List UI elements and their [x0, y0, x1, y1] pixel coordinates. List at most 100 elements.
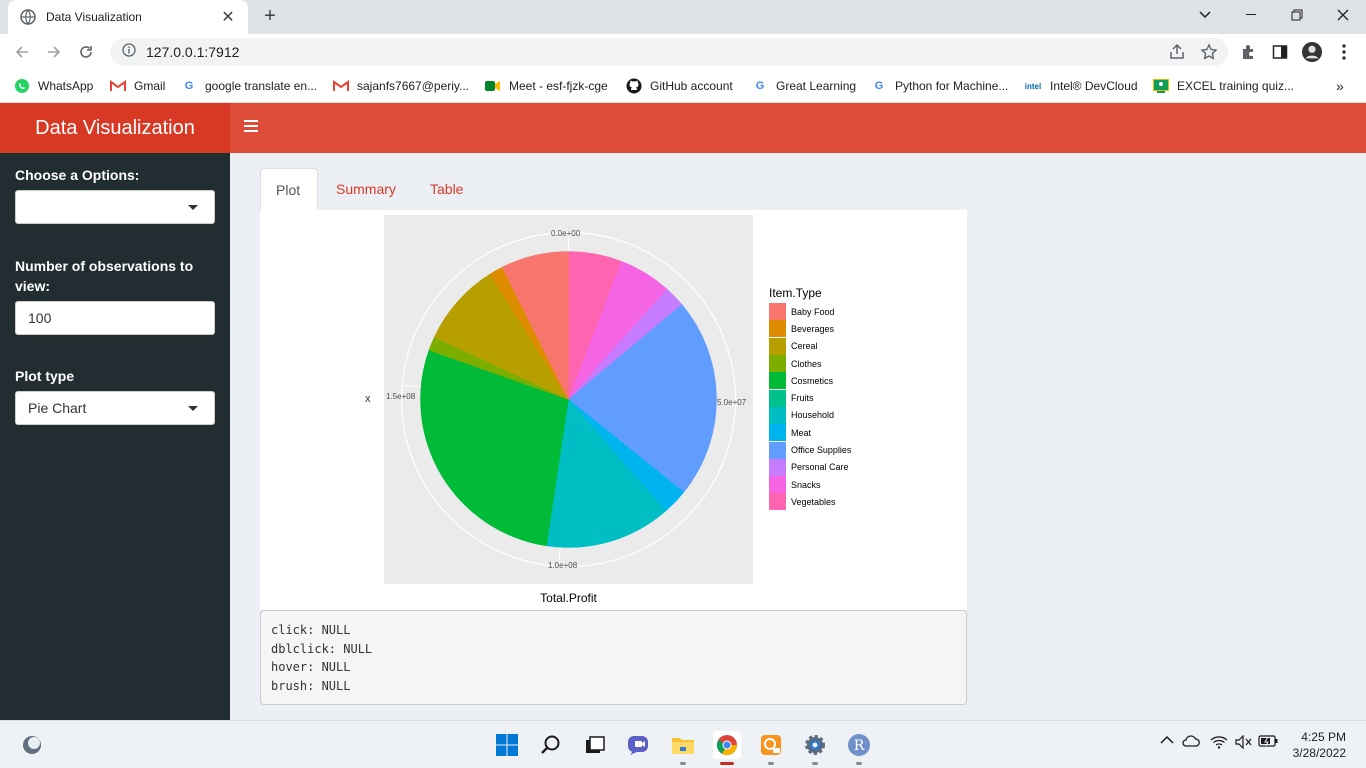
legend-item: Fruits	[769, 389, 851, 407]
bookmark-star-icon[interactable]	[1200, 43, 1218, 66]
forward-button[interactable]	[42, 40, 66, 64]
bookmark-intel-devcloud[interactable]: intel Intel® DevCloud	[1024, 76, 1138, 96]
bookmark-meet[interactable]: Meet - esf-fjzk-cge	[485, 76, 608, 96]
task-view-icon[interactable]	[581, 731, 609, 759]
bookmark-great-learning[interactable]: G Great Learning	[752, 76, 856, 96]
tab-table[interactable]: Table	[415, 168, 478, 210]
tick-label: 1.0e+08	[548, 561, 578, 570]
more-bookmarks-chevron-icon[interactable]: »	[1336, 76, 1344, 96]
r-app-icon[interactable]: R	[845, 731, 873, 759]
running-indicator	[680, 762, 686, 765]
bookmark-python-ml[interactable]: G Python for Machine...	[871, 76, 1009, 96]
legend-item: Meat	[769, 424, 851, 442]
wifi-icon[interactable]	[1210, 735, 1228, 749]
legend-label: Cereal	[791, 341, 818, 352]
start-icon[interactable]	[493, 731, 521, 759]
click-output: click: NULL	[271, 623, 351, 637]
legend-swatch	[769, 372, 786, 390]
legend-item: Office Supplies	[769, 441, 851, 459]
bookmark-gmail[interactable]: Gmail	[110, 76, 165, 96]
legend-item: Beverages	[769, 320, 851, 338]
volume-muted-icon[interactable]	[1235, 735, 1253, 749]
legend-item: Vegetables	[769, 493, 851, 511]
bookmark-whatsapp[interactable]: WhatsApp	[14, 76, 93, 96]
tab-plot[interactable]: Plot	[260, 168, 318, 210]
app-title[interactable]: Data Visualization	[0, 103, 230, 153]
meet-icon	[485, 78, 501, 94]
options-select[interactable]	[15, 190, 215, 224]
onedrive-cloud-icon[interactable]	[1182, 735, 1200, 747]
share-icon[interactable]	[1168, 43, 1186, 66]
bookmark-github[interactable]: GitHub account	[626, 76, 733, 96]
legend-swatch	[769, 389, 786, 407]
chrome-icon[interactable]	[713, 731, 741, 759]
gmail-icon	[110, 78, 126, 94]
legend-title: Item.Type	[769, 286, 822, 300]
plot-panel[interactable]	[384, 215, 753, 584]
address-bar[interactable]: 127.0.0.1:7912	[110, 38, 1228, 66]
bookmark-google-translate[interactable]: G google translate en...	[181, 76, 317, 96]
legend-swatch	[769, 406, 786, 424]
pie-chart	[400, 231, 737, 568]
bookmark-excel-quiz[interactable]: EXCEL training quiz...	[1153, 76, 1294, 96]
settings-gear-icon[interactable]	[801, 731, 829, 759]
search-icon[interactable]	[537, 731, 565, 759]
legend-item: Cereal	[769, 337, 851, 355]
google-icon: G	[184, 80, 194, 92]
observations-input[interactable]: 100	[15, 301, 215, 335]
menu-kebab-icon[interactable]	[1334, 42, 1354, 62]
legend-label: Fruits	[791, 393, 814, 404]
x-axis-title: Total.Profit	[540, 591, 597, 605]
sidebar-toggle-icon[interactable]	[244, 120, 258, 134]
info-icon[interactable]	[122, 42, 136, 62]
legend-swatch	[769, 303, 786, 321]
bookmarks-bar: WhatsApp Gmail G google translate en... …	[0, 70, 1366, 103]
bookmark-gmail-account[interactable]: sajanfs7667@periy...	[333, 76, 469, 96]
legend-label: Snacks	[791, 479, 821, 490]
minimize-button[interactable]	[1228, 0, 1274, 30]
show-hidden-icons-chevron-icon[interactable]	[1160, 735, 1174, 745]
clock-date: 3/28/2022	[1292, 746, 1346, 760]
legend-swatch	[769, 458, 786, 476]
legend-swatch	[769, 476, 786, 494]
whatsapp-icon	[14, 78, 30, 94]
extensions-icon[interactable]	[1238, 42, 1258, 62]
widgets-icon[interactable]	[18, 731, 46, 759]
browser-tab[interactable]: Data Visualization ✕	[8, 0, 248, 34]
file-explorer-icon[interactable]	[669, 731, 697, 759]
google-icon: G	[874, 80, 884, 92]
close-tab-icon[interactable]: ✕	[220, 7, 236, 27]
legend-label: Personal Care	[791, 462, 849, 473]
sidebar: Choose a Options: Number of observations…	[0, 153, 230, 720]
close-window-button[interactable]	[1320, 0, 1366, 30]
tick-label: 5.0e+07	[717, 398, 747, 407]
legend-label: Beverages	[791, 323, 835, 334]
profile-avatar[interactable]	[1302, 42, 1322, 62]
legend-label: Clothes	[791, 358, 822, 369]
tab-summary[interactable]: Summary	[321, 168, 411, 210]
tab-search-chevron-icon[interactable]	[1182, 0, 1228, 30]
new-tab-button[interactable]: +	[258, 5, 282, 29]
side-panel-icon[interactable]	[1270, 42, 1290, 62]
legend-label: Vegetables	[791, 496, 836, 507]
legend-item: Cosmetics	[769, 372, 851, 390]
teams-chat-icon[interactable]	[625, 731, 653, 759]
battery-charging-icon[interactable]	[1258, 735, 1278, 747]
running-indicator	[812, 762, 818, 765]
plot-type-label: Plot type	[15, 368, 75, 384]
system-clock[interactable]: 4:25 PM 3/28/2022	[1293, 729, 1346, 761]
back-button[interactable]	[10, 40, 34, 64]
restore-button[interactable]	[1274, 0, 1320, 30]
legend-swatch	[769, 337, 786, 355]
legend-swatch	[769, 355, 786, 373]
plot-type-select[interactable]: Pie Chart	[15, 391, 215, 425]
legend-swatch	[769, 493, 786, 511]
browser-tab-strip: Data Visualization ✕ +	[0, 0, 1366, 34]
legend-item: Personal Care	[769, 458, 851, 476]
options-label: Choose a Options:	[15, 167, 140, 183]
running-indicator	[856, 762, 862, 765]
legend-label: Household	[791, 410, 835, 421]
reload-button[interactable]	[74, 40, 98, 64]
pdf-app-icon[interactable]	[757, 731, 785, 759]
y-axis-title: x	[365, 393, 371, 405]
